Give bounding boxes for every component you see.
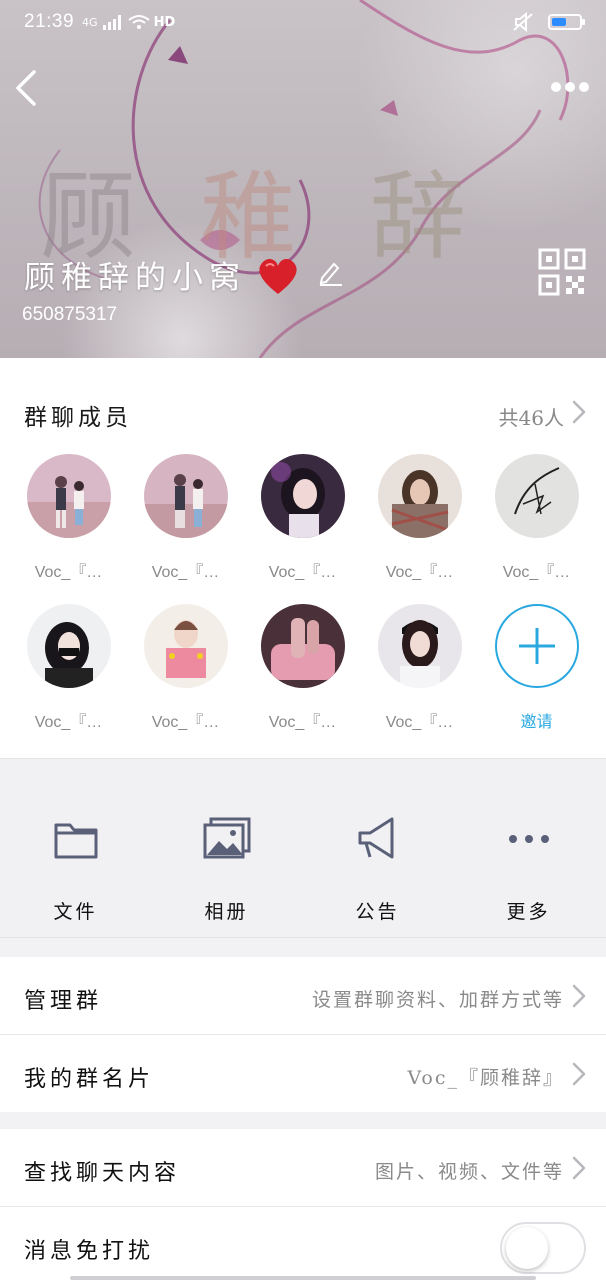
megaphone-icon bbox=[358, 817, 394, 859]
back-arrow-icon[interactable] bbox=[14, 66, 54, 110]
edit-name-icon[interactable] bbox=[316, 258, 344, 286]
chevron-right-icon bbox=[572, 400, 586, 424]
search-history-row[interactable]: 查找聊天内容 图片、视频、文件等 bbox=[0, 1129, 606, 1206]
my-group-card-row[interactable]: 我的群名片 Voc_『顾稚辞』 bbox=[0, 1035, 606, 1112]
wifi-icon bbox=[127, 15, 150, 29]
avatar bbox=[27, 604, 111, 688]
member-name: Voc_『… bbox=[385, 714, 454, 731]
member-name: Voc_『… bbox=[385, 564, 454, 581]
group-header-banner: 顾 稚 辞 21:39 4G HD 顾稚辞的小窝 650875317 bbox=[0, 0, 606, 358]
shortcut-label: 相册 bbox=[204, 901, 249, 923]
qr-code-icon[interactable] bbox=[538, 248, 586, 296]
member-name: Voc_『… bbox=[502, 564, 571, 581]
member-name: Voc_『… bbox=[151, 714, 220, 731]
avatar bbox=[261, 454, 345, 538]
status-bar: 21:39 4G HD bbox=[0, 0, 606, 44]
member-item[interactable]: Voc_『… bbox=[361, 454, 478, 594]
row-title: 查找聊天内容 bbox=[24, 1161, 181, 1186]
svg-text:辞: 辞 bbox=[370, 161, 466, 273]
shortcut-files[interactable]: 文件 bbox=[0, 759, 151, 939]
avatar bbox=[144, 604, 228, 688]
status-right bbox=[512, 12, 585, 32]
avatar bbox=[378, 604, 462, 688]
member-name: Voc_『… bbox=[268, 564, 337, 581]
more-menu-icon[interactable] bbox=[548, 74, 592, 100]
shortcut-label: 更多 bbox=[506, 901, 551, 923]
member-item[interactable]: Voc_『… bbox=[244, 604, 361, 744]
shortcut-label: 文件 bbox=[53, 901, 98, 923]
row-title: 我的群名片 bbox=[24, 1067, 155, 1092]
member-item[interactable]: Voc_『… bbox=[361, 604, 478, 744]
do-not-disturb-row: 消息免打扰 bbox=[0, 1207, 606, 1280]
avatar bbox=[144, 454, 228, 538]
members-header[interactable]: 群聊成员 共46人 bbox=[0, 358, 606, 454]
members-panel: 群聊成员 共46人 Voc_『… Voc_『… Voc_『… Voc_『… Vo… bbox=[0, 358, 606, 758]
home-indicator bbox=[70, 1276, 536, 1280]
status-signal: 4G HD bbox=[82, 14, 175, 30]
shortcut-bar: 文件 相册 公告 更多 bbox=[0, 758, 606, 938]
album-icon bbox=[203, 817, 251, 859]
member-item[interactable]: Voc_『… bbox=[127, 454, 244, 594]
member-count: 共46人 bbox=[498, 406, 564, 430]
avatar bbox=[495, 454, 579, 538]
toggle-knob bbox=[506, 1227, 548, 1269]
folder-icon bbox=[54, 823, 98, 859]
member-item[interactable]: Voc_『… bbox=[10, 454, 127, 594]
network-type: 4G bbox=[82, 15, 98, 29]
plus-icon bbox=[519, 628, 555, 664]
shortcut-label: 公告 bbox=[355, 901, 400, 923]
group-id: 650875317 bbox=[22, 304, 118, 325]
row-title: 管理群 bbox=[24, 989, 103, 1014]
shortcut-more[interactable]: 更多 bbox=[453, 759, 604, 939]
avatar bbox=[378, 454, 462, 538]
shortcut-album[interactable]: 相册 bbox=[151, 759, 302, 939]
row-title: 消息免打扰 bbox=[24, 1239, 155, 1264]
avatar bbox=[27, 454, 111, 538]
member-name: Voc_『… bbox=[34, 714, 103, 731]
member-item[interactable]: Voc_『… bbox=[10, 604, 127, 744]
member-name: Voc_『… bbox=[268, 714, 337, 731]
status-time: 21:39 bbox=[24, 11, 75, 32]
hd-badge: HD bbox=[153, 14, 176, 30]
invite-member-button[interactable]: 邀请 bbox=[478, 604, 595, 744]
battery-icon bbox=[548, 14, 585, 30]
row-value: 设置群聊资料、加群方式等 bbox=[311, 989, 564, 1011]
manage-group-row[interactable]: 管理群 设置群聊资料、加群方式等 bbox=[0, 957, 606, 1034]
invite-label: 邀请 bbox=[520, 714, 553, 731]
chevron-right-icon bbox=[572, 1156, 586, 1180]
members-title: 群聊成员 bbox=[24, 405, 132, 431]
do-not-disturb-toggle[interactable] bbox=[500, 1222, 586, 1274]
avatar bbox=[261, 604, 345, 688]
member-item[interactable]: Voc_『… bbox=[478, 454, 595, 594]
heart-icon bbox=[259, 259, 297, 294]
signal-icon bbox=[102, 15, 121, 30]
chevron-right-icon bbox=[572, 1062, 586, 1086]
group-name: 顾稚辞的小窝 bbox=[24, 260, 246, 296]
member-name: Voc_『… bbox=[151, 564, 220, 581]
invite-circle bbox=[495, 604, 579, 688]
member-item[interactable]: Voc_『… bbox=[244, 454, 361, 594]
shortcut-announcement[interactable]: 公告 bbox=[302, 759, 453, 939]
member-name: Voc_『… bbox=[34, 564, 103, 581]
member-item[interactable]: Voc_『… bbox=[127, 604, 244, 744]
more-dots-icon bbox=[509, 835, 549, 843]
row-value: 图片、视频、文件等 bbox=[374, 1161, 564, 1183]
mute-icon bbox=[513, 12, 533, 32]
row-value: Voc_『顾稚辞』 bbox=[407, 1067, 564, 1089]
chevron-right-icon bbox=[572, 984, 586, 1008]
